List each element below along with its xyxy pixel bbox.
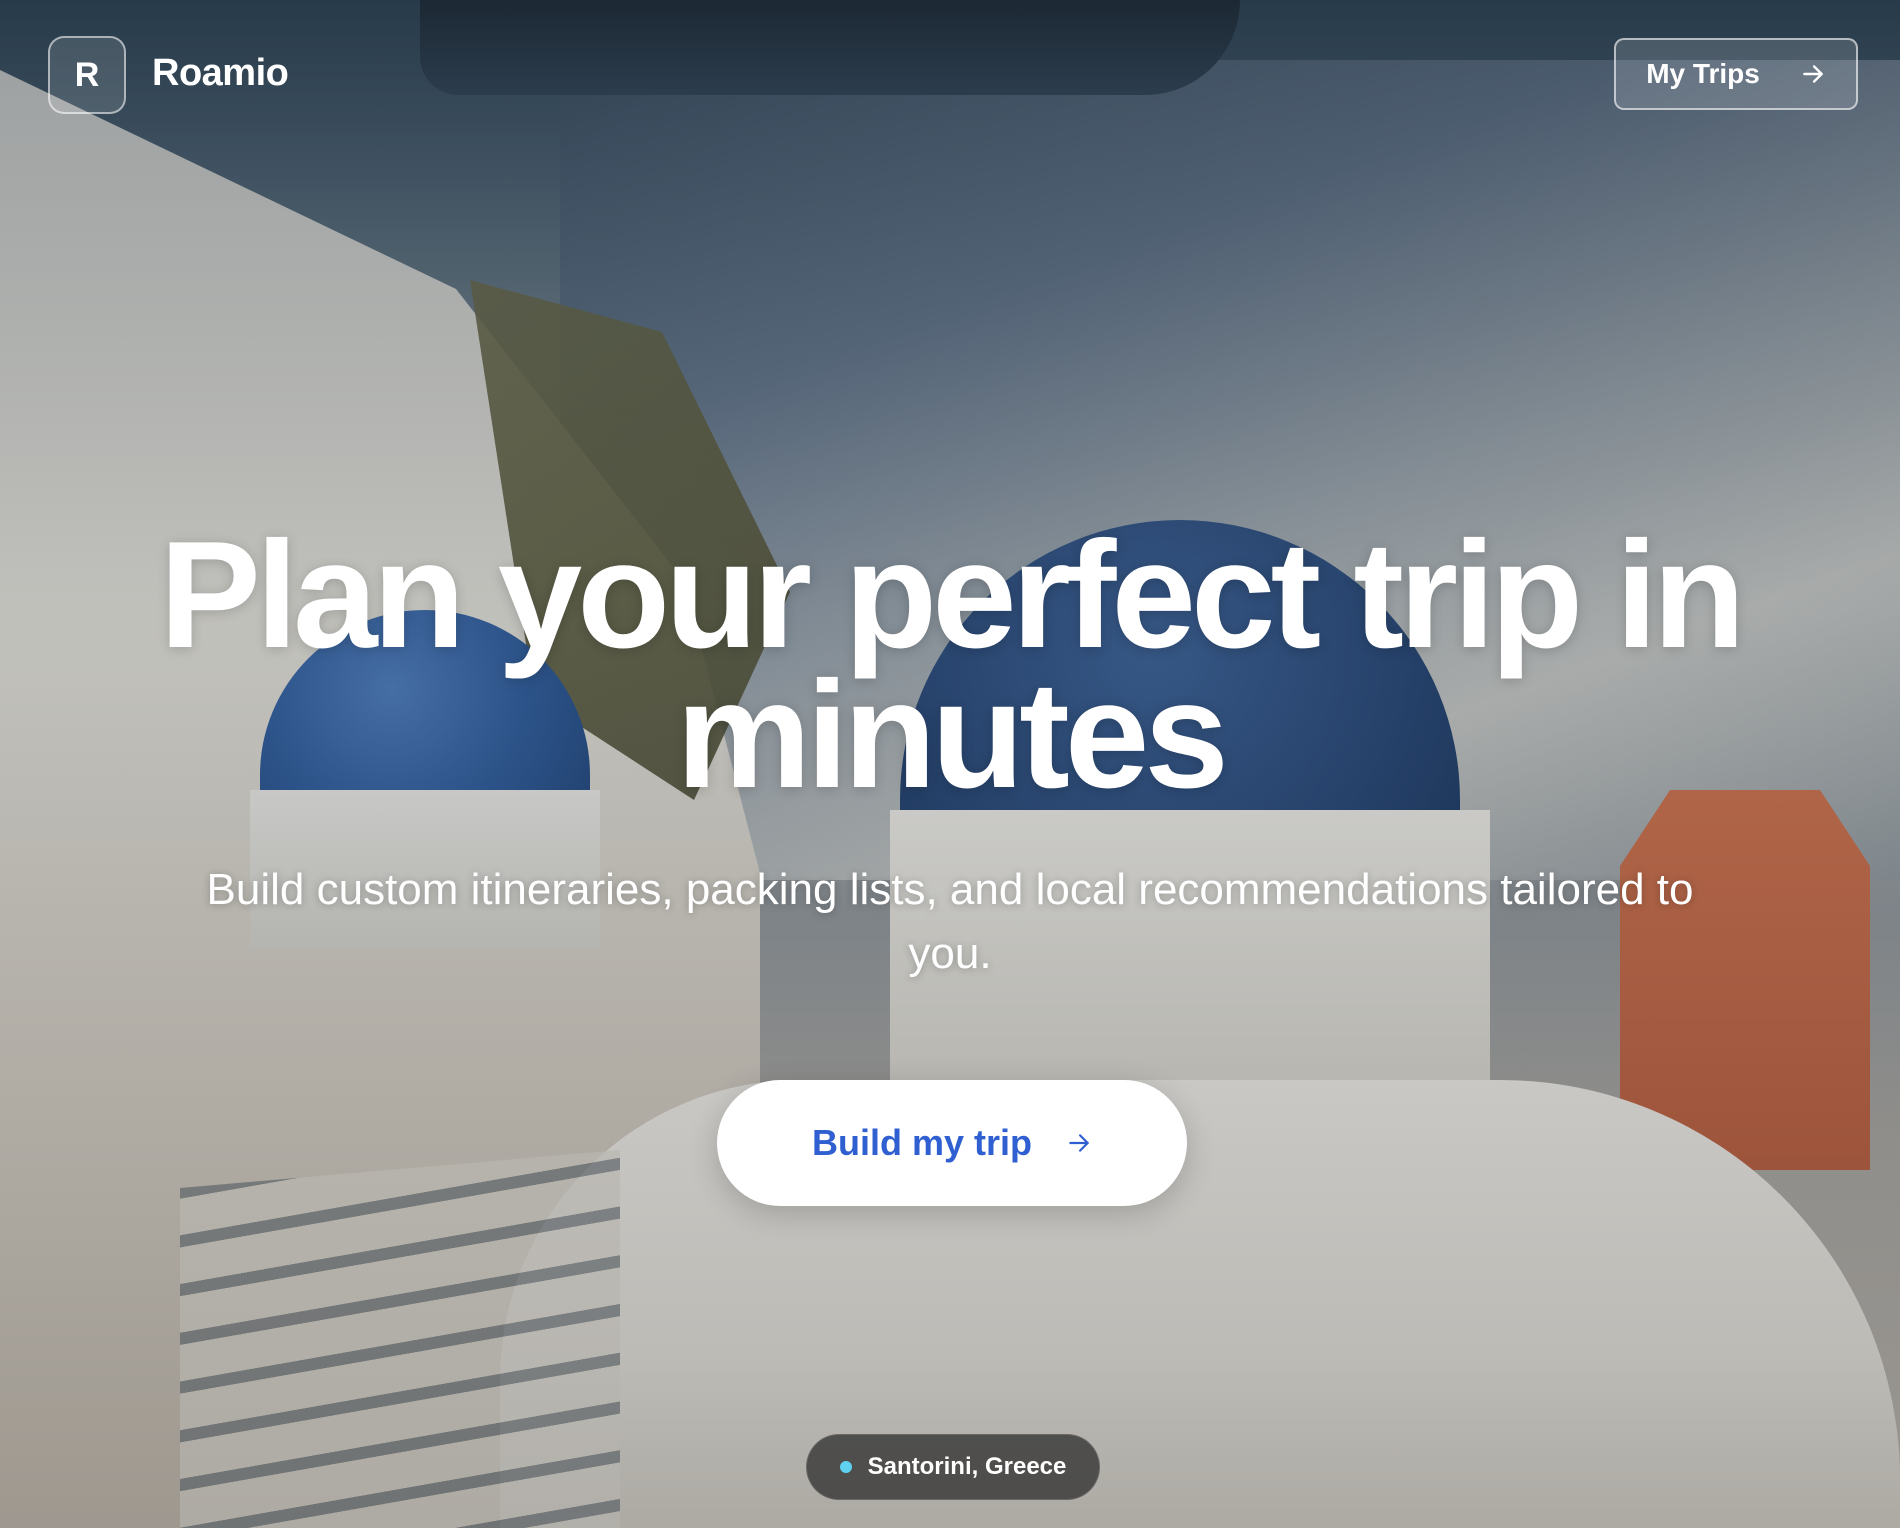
location-badge: Santorini, Greece bbox=[806, 1434, 1100, 1500]
logo-badge[interactable]: R bbox=[48, 36, 126, 114]
cta-label: Build my trip bbox=[811, 1122, 1032, 1163]
my-trips-button[interactable]: My Trips bbox=[1614, 38, 1858, 110]
logo-letter: R bbox=[74, 55, 100, 94]
location-dot-icon bbox=[839, 1461, 852, 1473]
hero-section: R Roamio My Trips Plan your perfect trip… bbox=[0, 0, 1900, 1528]
location-label: Santorini, Greece bbox=[867, 1453, 1067, 1480]
hero-subtitle: Build custom itineraries, packing lists,… bbox=[206, 865, 1694, 978]
hero-title: Plan your perfect trip in minutes bbox=[159, 510, 1745, 820]
arrow-right-icon bbox=[1069, 1134, 1089, 1152]
arrow-right-icon bbox=[1802, 65, 1823, 83]
brand-name[interactable]: Roamio bbox=[152, 52, 289, 95]
my-trips-label: My Trips bbox=[1646, 58, 1760, 89]
build-my-trip-button[interactable]: Build my trip bbox=[717, 1080, 1187, 1206]
